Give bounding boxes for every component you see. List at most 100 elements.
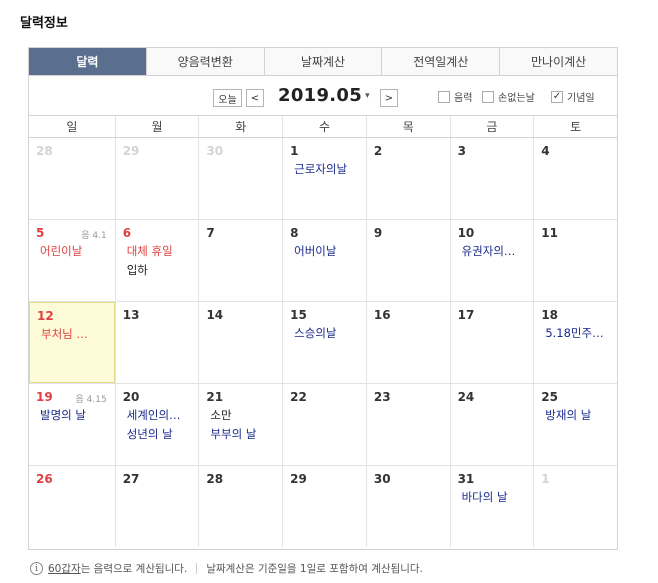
day-cell[interactable]: 16 <box>365 302 450 383</box>
day-cell[interactable]: 1 <box>533 466 617 547</box>
month-selector[interactable]: 2019.05 ▾ <box>278 85 370 106</box>
divider <box>196 563 198 574</box>
week-row: 28 29 30 1 근로자의날 2 3 4 <box>29 138 617 220</box>
day-event: 유권자의… <box>461 244 516 258</box>
sonless-day-checkbox[interactable]: 손없는날 <box>482 89 535 104</box>
day-cell[interactable]: 1 근로자의날 <box>282 138 366 219</box>
day-cell[interactable]: 7 <box>198 220 282 301</box>
week-row: 5음 4.1 어린이날 6 대체 휴일 입하 7 8 어버이날 9 10 유권자의… 11 <box>29 220 617 302</box>
checkbox-box <box>438 90 450 103</box>
day-event: 입하 <box>126 263 148 277</box>
day-cell[interactable]: 11 <box>533 220 617 301</box>
sexagenary-link[interactable]: 60갑자 <box>48 561 81 576</box>
day-event: 방재의 날 <box>545 408 592 422</box>
day-cell[interactable]: 10 유권자의… <box>449 220 534 301</box>
lunar-date: 음 4.1 <box>81 231 107 241</box>
day-cell[interactable]: 21 소만 부부의 날 <box>198 384 282 465</box>
day-number: 6 <box>122 226 132 240</box>
day-cell[interactable]: 29 <box>282 466 366 547</box>
day-cell[interactable]: 9 <box>365 220 450 301</box>
prev-month-button[interactable]: < <box>246 89 264 107</box>
day-number: 8 <box>290 226 299 240</box>
weekday-label: 일 <box>66 120 78 134</box>
day-cell[interactable]: 8 어버이날 <box>282 220 366 301</box>
week-row: 12 부처님 … 13 14 15 스승의날 16 17 18 5.18민주… <box>29 302 617 384</box>
weekday-label: 화 <box>198 116 282 137</box>
day-number: 4 <box>541 144 550 158</box>
tab-date-calc[interactable]: 날짜계산 <box>263 48 382 75</box>
day-number: 30 <box>373 472 391 486</box>
day-cell[interactable]: 3 <box>449 138 534 219</box>
day-cell-selected[interactable]: 12 부처님 … <box>29 302 115 383</box>
day-cell[interactable]: 14 <box>198 302 282 383</box>
footer-notes: i 60갑자 는 음력으로 계산됩니다. 날짜계산은 기준일을 1일로 포함하여… <box>30 561 423 576</box>
day-cell[interactable]: 26 <box>29 466 115 547</box>
weekday-label: 목 <box>365 116 450 137</box>
day-number: 17 <box>457 308 475 322</box>
lunar-date: 음 4.15 <box>75 395 107 405</box>
day-number: 15 <box>290 308 307 322</box>
day-number: 2 <box>373 144 383 158</box>
day-cell[interactable]: 19 음 4.15 발명의 날 <box>29 384 115 465</box>
next-month-button[interactable]: > <box>380 89 398 107</box>
day-event: 스승의날 <box>294 326 337 340</box>
day-number: 7 <box>206 226 215 240</box>
day-cell[interactable]: 4 <box>533 138 617 219</box>
day-cell[interactable]: 22 <box>282 384 366 465</box>
day-number: 12 <box>37 309 54 323</box>
day-number: 28 <box>206 472 224 486</box>
day-cell[interactable]: 25 방재의 날 <box>533 384 617 465</box>
calendar-grid: 28 29 30 1 근로자의날 2 3 4 5 음 4.1 어린이날 6 대체 휴일 입하 7 8 어버이날 9… <box>29 138 617 547</box>
day-cell[interactable]: 24 <box>449 384 534 465</box>
today-button[interactable]: 오늘 <box>213 89 242 107</box>
day-number: 25 <box>541 390 558 404</box>
day-cell[interactable]: 20 세계인의… 성년의 날 <box>114 384 199 465</box>
day-cell[interactable]: 31 바다의 날 <box>449 466 534 547</box>
day-cell[interactable]: 27 <box>114 466 199 547</box>
day-cell[interactable]: 5음 4.1 어린이날 <box>29 220 115 301</box>
day-number: 31 <box>457 472 475 486</box>
weekday-header: 일 월 화 수 목 금 토 <box>29 116 617 138</box>
day-cell[interactable]: 15 스승의날 <box>282 302 366 383</box>
day-event: 소만 <box>210 408 232 422</box>
day-event: 발명의 날 <box>40 408 86 422</box>
day-number: 28 <box>36 144 53 158</box>
tab-calendar[interactable]: 달력 <box>29 48 146 75</box>
day-cell[interactable]: 30 <box>198 138 282 219</box>
info-icon: i <box>30 562 43 575</box>
tab-discharge-calc[interactable]: 전역일계산 <box>381 48 500 75</box>
day-cell[interactable]: 28 <box>29 138 115 219</box>
day-number: 24 <box>457 390 475 404</box>
day-number: 18 <box>541 308 559 322</box>
anniversary-checkbox[interactable]: ✓ 기념일 <box>551 89 595 104</box>
day-cell[interactable]: 13 <box>114 302 199 383</box>
footer-note-lunar: 는 음력으로 계산됩니다. <box>80 563 188 575</box>
day-cell[interactable]: 18 5.18민주… <box>533 302 617 383</box>
day-cell[interactable]: 23 <box>365 384 450 465</box>
anniversary-label: 기념일 <box>567 93 595 104</box>
section-title: 달력정보 <box>20 16 68 31</box>
day-cell[interactable]: 29 <box>114 138 199 219</box>
day-cell[interactable]: 30 <box>365 466 450 547</box>
day-number: 22 <box>290 390 307 404</box>
day-cell[interactable]: 2 <box>365 138 450 219</box>
day-number: 16 <box>373 308 391 322</box>
day-number: 21 <box>206 390 224 404</box>
day-number: 1 <box>290 144 299 158</box>
weekday-label: 금 <box>449 116 534 137</box>
day-cell[interactable]: 6 대체 휴일 입하 <box>114 220 199 301</box>
week-row: 26 27 28 29 30 31 바다의 날 1 <box>29 466 617 547</box>
day-cell[interactable]: 28 <box>198 466 282 547</box>
tab-solar-lunar-convert[interactable]: 양음력변환 <box>145 48 264 75</box>
day-cell[interactable]: 17 <box>449 302 534 383</box>
day-number: 30 <box>206 144 224 158</box>
day-number: 14 <box>206 308 224 322</box>
day-event: 부처님 … <box>41 327 88 341</box>
lunar-checkbox[interactable]: 음력 <box>438 89 472 104</box>
day-event: 어린이날 <box>40 244 83 258</box>
tab-age-calc[interactable]: 만나이계산 <box>499 48 617 75</box>
day-number: 11 <box>541 226 558 240</box>
day-event: 세계인의… <box>126 408 181 422</box>
day-number: 13 <box>122 308 140 322</box>
day-number: 9 <box>373 226 383 240</box>
